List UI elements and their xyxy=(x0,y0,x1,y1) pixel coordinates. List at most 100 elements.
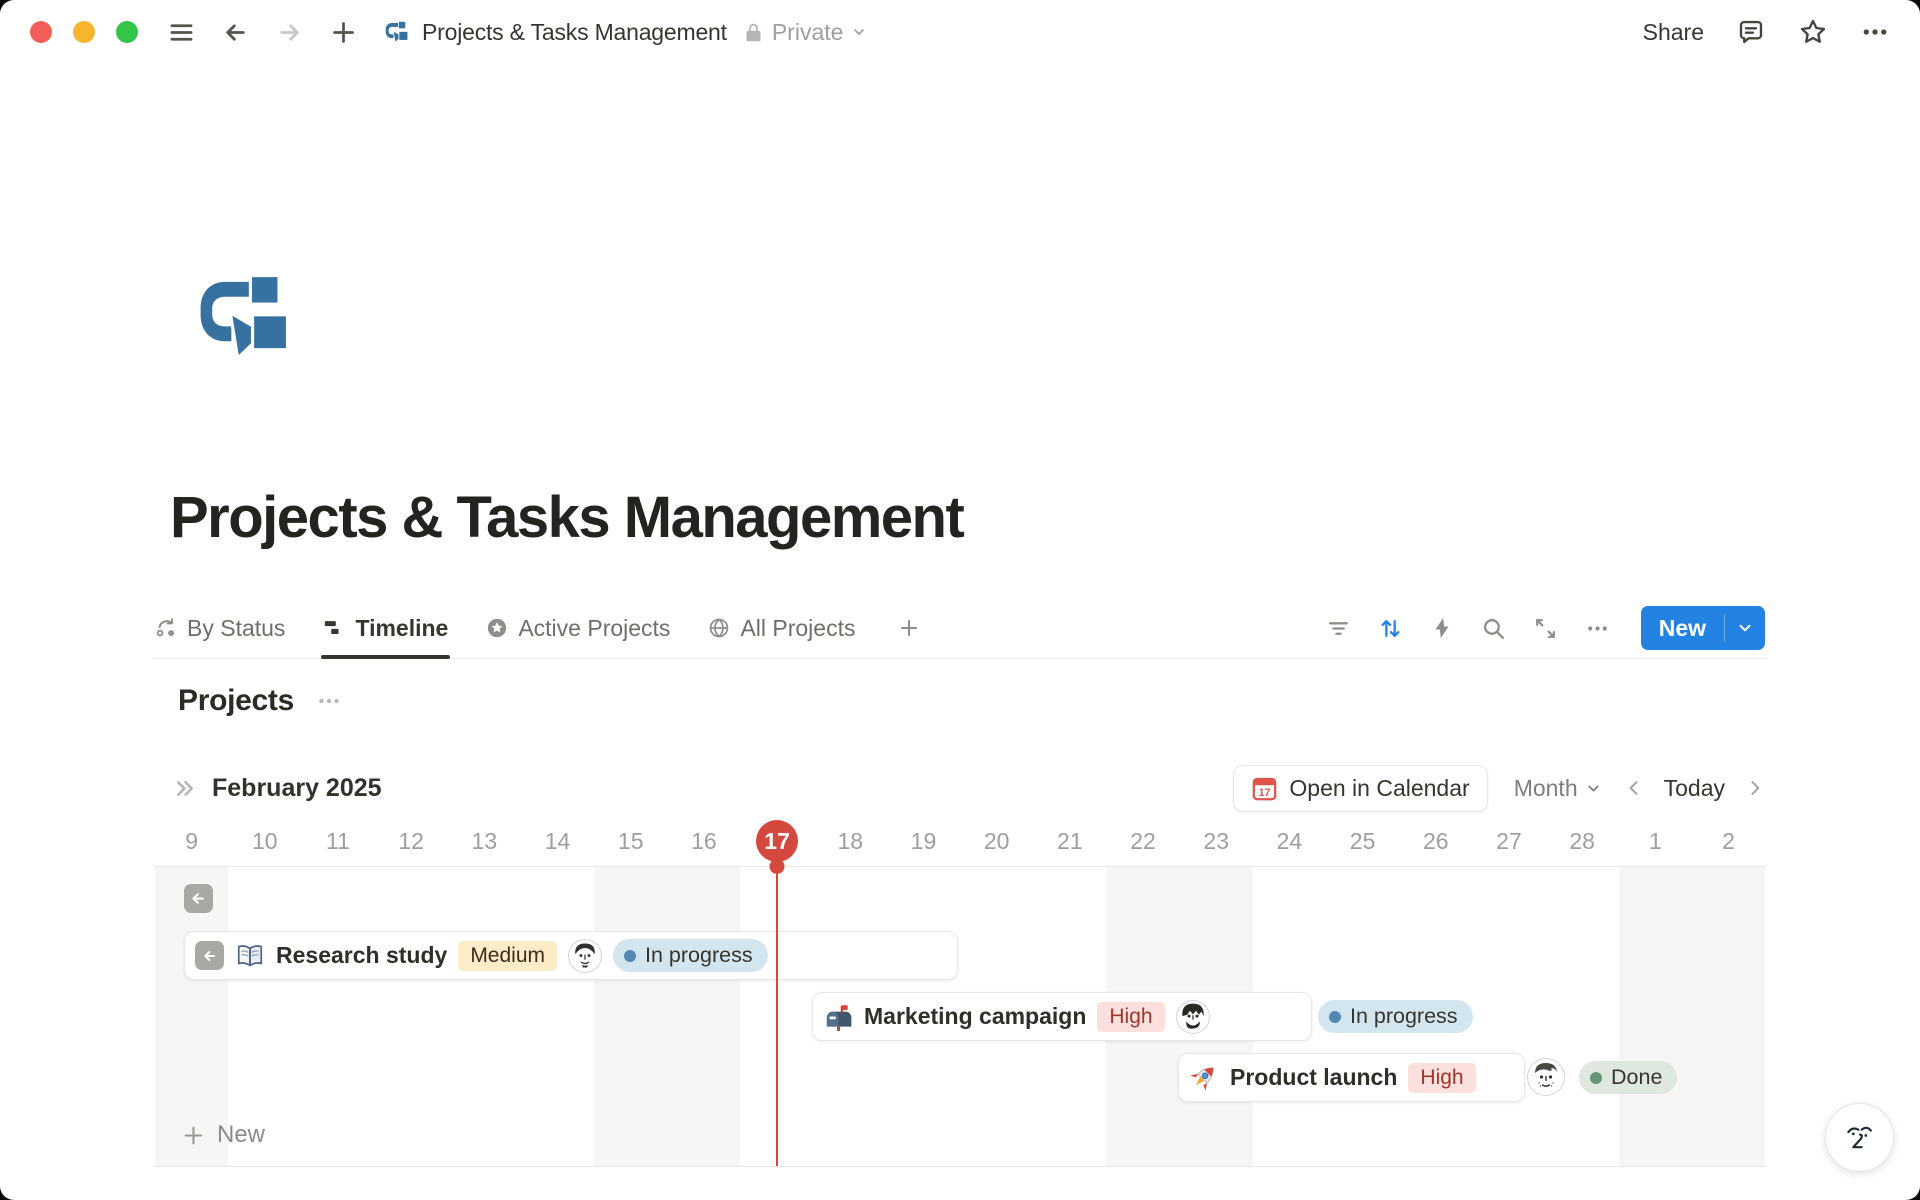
day-19[interactable]: 19 xyxy=(887,816,960,866)
page-icon[interactable] xyxy=(190,266,296,372)
day-28[interactable]: 28 xyxy=(1546,816,1619,866)
scroll-to-start-button[interactable] xyxy=(195,941,224,970)
task-title: Product launch xyxy=(1230,1064,1397,1091)
priority-badge[interactable]: High xyxy=(1408,1063,1475,1093)
tab-label: Timeline xyxy=(355,615,448,642)
day-25[interactable]: 25 xyxy=(1326,816,1399,866)
lock-icon xyxy=(743,22,764,43)
day-18[interactable]: 18 xyxy=(814,816,887,866)
zoom-window-button[interactable] xyxy=(116,21,138,43)
open-book-icon xyxy=(235,941,265,971)
status-dot xyxy=(1590,1072,1602,1084)
database-title: Projects xyxy=(178,684,294,718)
timeline-days: 9101112131415161718192021222324252627281… xyxy=(155,816,1765,866)
view-tabs: By Status Timeline Active Projects All P… xyxy=(155,598,921,658)
sort-icon[interactable] xyxy=(1378,616,1403,641)
close-window-button[interactable] xyxy=(30,21,52,43)
view-more-icon[interactable] xyxy=(1585,616,1610,641)
notion-ai-button[interactable] xyxy=(1825,1103,1894,1172)
day-22[interactable]: 22 xyxy=(1106,816,1179,866)
timeline-bar-marketing-campaign[interactable]: Marketing campaign High xyxy=(812,992,1312,1041)
day-26[interactable]: 26 xyxy=(1399,816,1472,866)
status-pill[interactable]: In progress xyxy=(1318,1000,1473,1033)
assignee-avatar[interactable] xyxy=(1527,1058,1565,1096)
tab-all-projects[interactable]: All Projects xyxy=(708,598,855,658)
sidebar-menu-icon[interactable] xyxy=(168,19,195,46)
day-1[interactable]: 1 xyxy=(1619,816,1692,866)
breadcrumb[interactable]: Projects & Tasks Management xyxy=(383,19,727,46)
scale-label: Month xyxy=(1514,775,1578,802)
day-15[interactable]: 15 xyxy=(594,816,667,866)
status-pill[interactable]: In progress xyxy=(613,939,768,972)
day-2[interactable]: 2 xyxy=(1692,816,1765,866)
day-13[interactable]: 13 xyxy=(448,816,521,866)
minimize-window-button[interactable] xyxy=(73,21,95,43)
open-in-calendar-label: Open in Calendar xyxy=(1289,775,1469,802)
open-in-calendar-button[interactable]: 17 Open in Calendar xyxy=(1233,765,1487,812)
new-dropdown-icon[interactable] xyxy=(1725,606,1765,650)
left-brow xyxy=(1848,1128,1858,1132)
scroll-to-item-button[interactable] xyxy=(184,884,213,913)
tab-timeline[interactable]: Timeline xyxy=(323,598,448,658)
today-pin-dot xyxy=(770,859,785,874)
day-23[interactable]: 23 xyxy=(1180,816,1253,866)
more-options-icon[interactable] xyxy=(1860,17,1890,47)
expand-icon[interactable] xyxy=(1533,616,1558,641)
timeline-header: February 2025 17 Open in Calendar Month … xyxy=(155,762,1765,814)
privacy-dropdown[interactable]: Private xyxy=(743,19,868,46)
previous-month-icon[interactable] xyxy=(1624,778,1644,798)
day-21[interactable]: 21 xyxy=(1033,816,1106,866)
status-dot xyxy=(624,950,636,962)
weekend-column xyxy=(1692,867,1765,1166)
priority-badge[interactable]: Medium xyxy=(458,941,557,971)
timeline-scale-dropdown[interactable]: Month xyxy=(1514,775,1602,802)
day-14[interactable]: 14 xyxy=(521,816,594,866)
timeline-bar-product-launch[interactable]: Product launch High xyxy=(1178,1053,1525,1102)
comments-icon[interactable] xyxy=(1736,17,1766,47)
calendar-icon: 17 xyxy=(1251,775,1278,802)
topbar: Projects & Tasks Management Private Shar… xyxy=(0,0,1920,64)
today-button[interactable]: Today xyxy=(1664,775,1725,802)
automation-bolt-icon[interactable] xyxy=(1430,616,1454,640)
assignee-avatar[interactable] xyxy=(1176,1000,1210,1034)
day-11[interactable]: 11 xyxy=(301,816,374,866)
favorite-star-icon[interactable] xyxy=(1798,17,1828,47)
priority-badge[interactable]: High xyxy=(1097,1002,1164,1032)
day-10[interactable]: 10 xyxy=(228,816,301,866)
breadcrumb-title: Projects & Tasks Management xyxy=(422,19,727,46)
filter-icon[interactable] xyxy=(1326,616,1351,641)
mailbox-icon xyxy=(823,1002,853,1032)
svg-text:17: 17 xyxy=(1259,786,1271,798)
weekend-column xyxy=(667,867,740,1166)
assignee-avatar[interactable] xyxy=(568,939,602,973)
tab-by-status[interactable]: By Status xyxy=(155,598,285,658)
share-button[interactable]: Share xyxy=(1643,19,1704,46)
timeline-bar-research-study[interactable]: Research study Medium In progress xyxy=(184,931,958,980)
new-button[interactable]: New xyxy=(1641,606,1765,650)
add-view-icon[interactable] xyxy=(897,616,921,640)
day-24[interactable]: 24 xyxy=(1253,816,1326,866)
view-bar: By Status Timeline Active Projects All P… xyxy=(155,598,1765,659)
chevron-down-icon xyxy=(851,24,867,40)
new-tab-icon[interactable] xyxy=(330,19,357,46)
next-month-icon[interactable] xyxy=(1745,778,1765,798)
new-item-row[interactable]: New xyxy=(181,1109,265,1161)
today-marker: 17 xyxy=(756,820,798,862)
tab-label: Active Projects xyxy=(518,615,670,642)
tab-active-projects[interactable]: Active Projects xyxy=(486,598,670,658)
day-16[interactable]: 16 xyxy=(667,816,740,866)
search-icon[interactable] xyxy=(1481,616,1506,641)
day-27[interactable]: 27 xyxy=(1472,816,1545,866)
new-button-label[interactable]: New xyxy=(1641,606,1724,650)
day-12[interactable]: 12 xyxy=(375,816,448,866)
rocket-icon xyxy=(1189,1063,1219,1093)
day-9[interactable]: 9 xyxy=(155,816,228,866)
double-chevron-right-icon[interactable] xyxy=(173,776,198,801)
forward-icon[interactable] xyxy=(276,19,303,46)
database-more-icon[interactable] xyxy=(316,688,342,714)
day-20[interactable]: 20 xyxy=(960,816,1033,866)
back-icon[interactable] xyxy=(222,19,249,46)
status-pill[interactable]: Done xyxy=(1579,1061,1677,1094)
view-toolbar: New xyxy=(1326,606,1765,650)
timeline-bars-icon xyxy=(323,617,345,639)
